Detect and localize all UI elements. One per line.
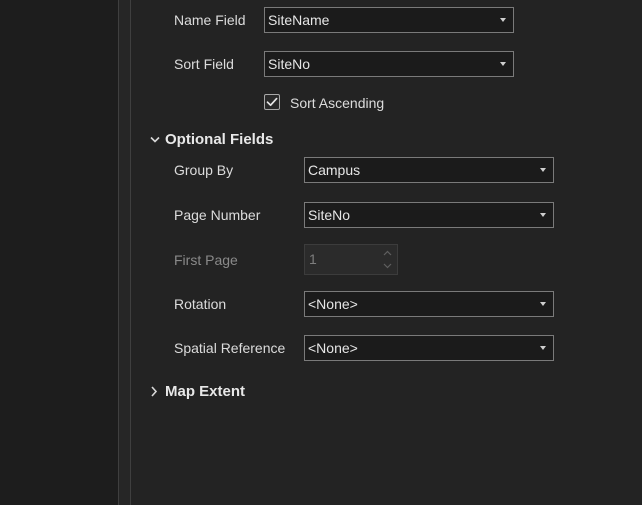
map-extent-title: Map Extent [165,383,246,400]
caret-down-icon [500,62,506,66]
optional-fields-title: Optional Fields [165,131,274,148]
group-by-value: Campus [308,162,361,178]
sort-ascending-checkbox[interactable] [264,94,280,110]
caret-down-icon [540,168,546,172]
page-number-value: SiteNo [308,207,351,223]
left-gutter [0,0,118,505]
page-number-label: Page Number [174,207,261,223]
sort-field-value: SiteNo [268,56,311,72]
rotation-dropdown[interactable]: <None> [304,291,554,317]
spatial-reference-value: <None> [308,340,358,356]
chevron-up-icon [383,250,392,256]
sort-ascending-label[interactable]: Sort Ascending [290,94,384,112]
page-number-dropdown[interactable]: SiteNo [304,202,554,228]
name-field-value: SiteName [268,12,330,28]
caret-down-icon [500,18,506,22]
sort-field-label: Sort Field [174,56,234,72]
caret-down-icon [540,346,546,350]
spatial-reference-dropdown[interactable]: <None> [304,335,554,361]
caret-down-icon [540,302,546,306]
first-page-spinner: 1 [304,244,398,275]
sort-field-dropdown[interactable]: SiteNo [264,51,514,77]
spatial-reference-label: Spatial Reference [174,340,286,356]
rotation-value: <None> [308,296,358,312]
first-page-label: First Page [174,252,238,268]
chevron-down-icon [150,136,160,143]
first-page-value: 1 [309,251,317,267]
check-icon [266,97,278,107]
chevron-right-icon [151,386,158,397]
group-by-dropdown[interactable]: Campus [304,157,554,183]
pane-splitter[interactable] [119,0,130,505]
name-field-dropdown[interactable]: SiteName [264,7,514,33]
properties-panel: Name Field SiteName Sort Field SiteNo So… [131,0,642,505]
rotation-label: Rotation [174,296,227,312]
caret-down-icon [540,213,546,217]
group-by-label: Group By [174,162,234,178]
name-field-label: Name Field [174,12,246,28]
chevron-down-icon [383,263,392,269]
